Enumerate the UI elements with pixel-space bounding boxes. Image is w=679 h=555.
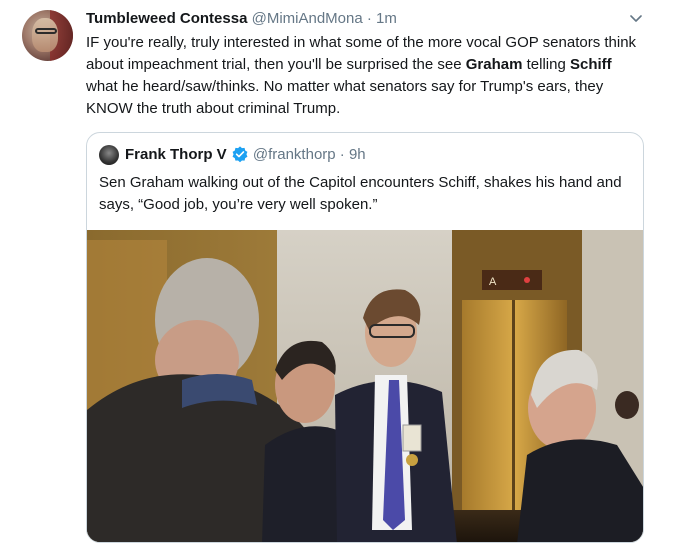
author-handle[interactable]: @MimiAndMona [252,10,363,27]
tweet-header: Tumbleweed Contessa @MimiAndMona · 1m [86,9,397,29]
author-avatar[interactable] [22,10,73,61]
quoted-tweet-header: Frank Thorp V @frankthorp · 9h [125,145,366,165]
background-person [615,391,639,419]
elevator-sign-letter: A [489,276,497,288]
quoted-tweet-card[interactable]: Frank Thorp V @frankthorp · 9h Sen Graha… [86,132,644,543]
quoted-author-handle[interactable]: @frankthorp [253,146,336,163]
tweet-text-part: what he heard/saw/thinks. No matter what… [86,78,604,117]
avatar-glasses [35,28,57,34]
elevator-light [524,277,530,283]
tweet-bold-schiff: Schiff [569,56,612,73]
center-man-pin [406,454,418,466]
elevator-door-gap [512,300,515,530]
quoted-header-separator: · [339,146,345,163]
quoted-tweet-text: Sen Graham walking out of the Capitol en… [99,174,622,213]
tweet-text-part: telling [522,56,570,73]
tweet-timestamp[interactable]: 1m [376,10,397,27]
header-separator: · [366,10,372,27]
quoted-tweet-timestamp[interactable]: 9h [349,146,366,163]
tweet-bold-graham: Graham [465,56,523,73]
chevron-down-icon[interactable] [628,10,644,26]
center-man-badge [402,424,422,452]
avatar-face [32,18,58,52]
tweet[interactable]: Tumbleweed Contessa @MimiAndMona · 1m IF… [0,0,679,555]
quoted-tweet-photo[interactable]: A [87,230,644,543]
quoted-author-avatar[interactable] [99,145,119,165]
quoted-author-display-name[interactable]: Frank Thorp V [125,146,227,163]
author-display-name[interactable]: Tumbleweed Contessa [86,10,247,27]
tweet-text: IF you're really, truly interested in wh… [86,32,646,120]
verified-badge-icon [232,146,248,163]
